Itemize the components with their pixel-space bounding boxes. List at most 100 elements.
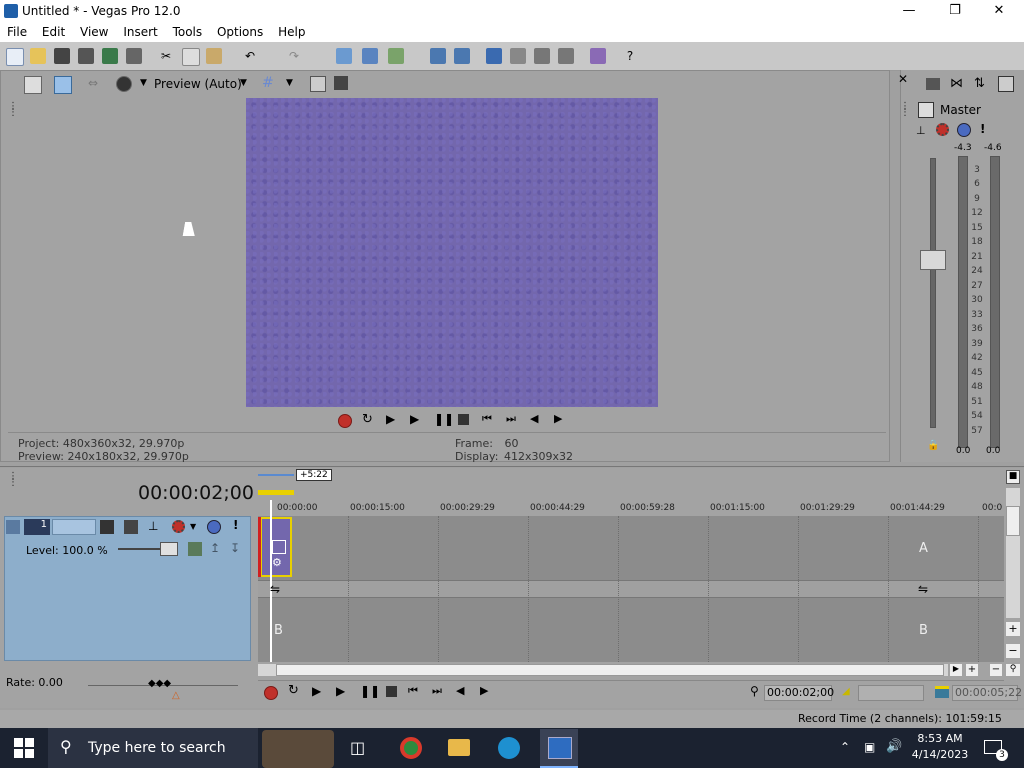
windows-start-icon[interactable] (14, 738, 34, 758)
normal-edit-tool-icon[interactable] (336, 48, 352, 64)
snapping-icon[interactable] (486, 48, 502, 64)
event-pan-crop-icon[interactable] (272, 540, 286, 554)
compositing-mode-icon[interactable] (124, 520, 138, 534)
cut-icon[interactable]: ✂ (158, 48, 174, 64)
track-fx-dropdown-icon[interactable]: ▼ (190, 522, 196, 531)
vegas-taskbar-button[interactable] (540, 729, 578, 768)
go-to-end-icon[interactable]: ⏭ (432, 684, 442, 698)
pause-icon[interactable]: ❚❚ (360, 684, 380, 698)
zoom-out-vertical-icon[interactable]: − (1006, 644, 1020, 658)
horizontal-scroll-thumb[interactable] (276, 664, 944, 676)
pause-icon[interactable]: ❚❚ (434, 412, 454, 426)
mixer-properties-icon[interactable] (926, 78, 940, 90)
paste-icon[interactable] (206, 48, 222, 64)
ignore-grouping-icon[interactable] (590, 48, 606, 64)
end-time-field[interactable]: 00:00:05;22 (952, 685, 1022, 701)
next-frame-icon[interactable]: ▶ (480, 684, 488, 697)
dim-output-icon[interactable]: ⇅ (974, 76, 985, 91)
stop-icon[interactable] (386, 686, 397, 697)
selection-tool-icon[interactable] (388, 48, 404, 64)
edge-icon[interactable] (498, 737, 520, 759)
master-panel-grip[interactable]: ⋮ ⋮ (900, 102, 910, 118)
record-icon[interactable] (338, 414, 352, 428)
mixer-options-icon[interactable] (998, 76, 1014, 92)
go-to-start-icon[interactable]: ⏮ (408, 684, 418, 698)
minimize-button[interactable]: — (886, 0, 932, 22)
previous-frame-icon[interactable]: ◀ (456, 684, 464, 697)
stop-icon[interactable] (458, 414, 469, 425)
cursor-time-field[interactable]: 00:00:02;00 (764, 685, 834, 701)
video-fx-icon[interactable] (116, 76, 132, 92)
video-fx-dropdown-icon[interactable]: ▼ (140, 78, 147, 88)
save-snapshot-icon[interactable] (334, 76, 348, 90)
auto-crossfade-icon[interactable] (510, 48, 526, 64)
preview-quality-label[interactable]: Preview (Auto) (154, 77, 242, 91)
auto-ripple-icon[interactable] (430, 48, 446, 64)
external-monitor-icon[interactable] (54, 76, 72, 94)
search-highlight-image[interactable] (262, 730, 334, 768)
marker-toggle-icon[interactable]: ■ (1006, 470, 1020, 484)
panel-grip[interactable]: ⋮ ⋮ (8, 102, 18, 118)
whats-this-help-icon[interactable]: ? (622, 48, 638, 64)
selection-start-field[interactable] (858, 685, 924, 701)
zoom-in-vertical-icon[interactable]: + (1006, 622, 1020, 636)
loop-region-markers[interactable] (258, 490, 294, 495)
transition-lane[interactable] (258, 580, 1004, 598)
file-explorer-icon[interactable] (448, 739, 470, 756)
loop-playback-icon[interactable]: ↻ (362, 412, 373, 427)
play-icon[interactable]: ▶ (336, 684, 345, 698)
track-level-handle[interactable] (160, 542, 178, 556)
track-up-icon[interactable]: ↥ (210, 541, 220, 555)
clock-time[interactable]: 8:53 AM (912, 732, 968, 745)
copy-snapshot-icon[interactable] (310, 76, 326, 92)
track-expand-icon[interactable] (188, 542, 202, 556)
show-hidden-icons[interactable]: ⌃ (840, 740, 850, 754)
master-fader-track[interactable] (930, 158, 936, 428)
redo-icon[interactable]: ↷ (286, 48, 302, 64)
undo-icon[interactable]: ↶ (242, 48, 258, 64)
menu-help[interactable]: Help (271, 22, 309, 39)
next-frame-icon[interactable]: ▶ (554, 412, 562, 425)
split-screen-icon[interactable]: ⇔ (88, 76, 104, 92)
menu-view[interactable]: View (73, 22, 112, 39)
lock-envelopes-icon[interactable] (454, 48, 470, 64)
vertical-scroll-thumb[interactable] (1006, 506, 1020, 536)
new-file-icon[interactable] (6, 48, 24, 66)
track-mute-icon[interactable] (207, 520, 221, 534)
preview-quality-dropdown-icon[interactable]: ▼ (240, 78, 247, 88)
video-track-header[interactable] (4, 516, 251, 661)
save-icon[interactable] (54, 48, 70, 64)
marker-icon[interactable] (534, 48, 550, 64)
timecode-display[interactable]: 00:00:02;00 (138, 482, 254, 504)
volume-icon[interactable]: 🔊 (886, 739, 902, 754)
master-fx-icon[interactable] (936, 123, 949, 136)
go-to-end-icon[interactable]: ⏭ (506, 412, 516, 426)
scroll-right-icon[interactable]: ▶ (950, 664, 962, 676)
save-as-icon[interactable] (78, 48, 94, 64)
zoom-out-horizontal-icon[interactable]: − (990, 664, 1002, 676)
event-fx-icon[interactable]: ⚙ (272, 556, 282, 569)
downmix-icon[interactable]: ⋈ (950, 76, 963, 91)
menu-file[interactable]: File (0, 22, 31, 39)
close-panel-icon[interactable]: ✕ (898, 72, 908, 86)
maximize-button[interactable]: ❐ (932, 0, 978, 22)
copy-icon[interactable] (182, 48, 200, 66)
event-edge-marker[interactable] (258, 517, 261, 577)
overlays-grid-icon[interactable]: # (262, 76, 276, 90)
timeline-grip[interactable]: ⋮ ⋮ (8, 472, 18, 488)
play-from-start-icon[interactable]: ▶ (312, 684, 321, 698)
record-icon[interactable] (264, 686, 278, 700)
render-icon[interactable] (102, 48, 118, 64)
master-insert-fx-icon[interactable]: ⊥ (916, 124, 926, 137)
network-icon[interactable]: ▣ (864, 740, 875, 754)
parent-track-icon[interactable]: ⊥ (148, 519, 158, 533)
menu-insert[interactable]: Insert (116, 22, 161, 39)
preview-properties-icon[interactable] (24, 76, 42, 94)
previous-frame-icon[interactable]: ◀ (530, 412, 538, 425)
track-minimize-icon[interactable] (6, 520, 20, 534)
open-folder-icon[interactable] (30, 48, 46, 64)
close-button[interactable]: ✕ (976, 0, 1022, 22)
region-icon[interactable] (558, 48, 574, 64)
zoom-in-horizontal-icon[interactable]: + (966, 664, 978, 676)
transition-left-icon[interactable]: ⇋ (270, 582, 280, 596)
